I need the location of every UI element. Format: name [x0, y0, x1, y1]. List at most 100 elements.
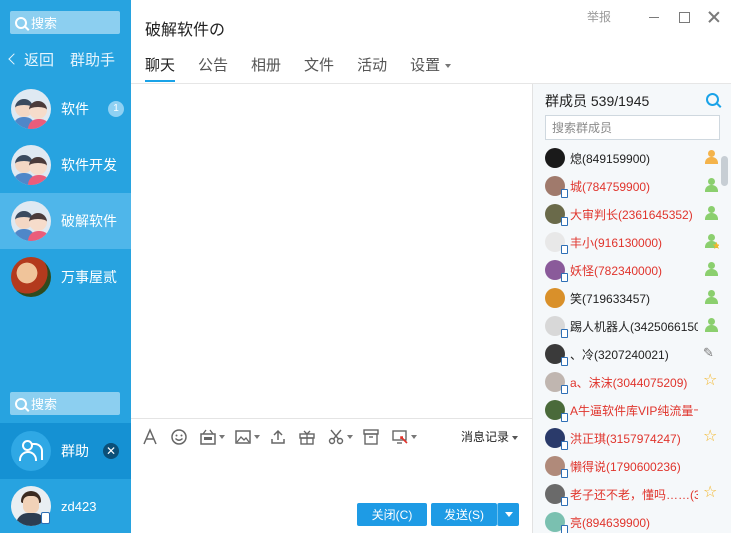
gif-icon[interactable] — [199, 428, 225, 446]
close-icon[interactable]: ✕ — [103, 443, 119, 459]
member-name: 洪正琪(3157974247) — [570, 431, 681, 446]
current-user[interactable]: zd423 — [0, 479, 131, 533]
chat-item-software-dev[interactable]: 软件开发 — [0, 137, 131, 193]
phone-icon — [561, 217, 568, 226]
phone-icon — [561, 469, 568, 478]
back-button[interactable]: 返回 — [0, 49, 54, 70]
member-row[interactable]: 笑(719633457) — [533, 284, 719, 312]
admin-icon — [703, 317, 719, 333]
emoji-icon[interactable] — [170, 428, 188, 446]
image-icon[interactable] — [234, 428, 260, 446]
member-row[interactable]: 丰小(916130000) ★ — [533, 228, 719, 256]
member-row[interactable]: 、冷(3207240021) ✎ — [533, 340, 719, 368]
tab-bar: 聊天 公告 相册 文件 活动 设置 — [145, 54, 474, 82]
report-button[interactable]: 举报 — [587, 8, 611, 25]
chat-item-label: 破解软件 — [61, 213, 117, 229]
member-name: 熄(849159900) — [570, 151, 651, 166]
phone-icon — [561, 497, 568, 506]
member-row[interactable]: 懒得说(1790600236) — [533, 452, 719, 480]
avatar — [545, 372, 568, 394]
sidebar-nav: 返回 群助手 — [0, 46, 131, 72]
member-name: 懒得说(1790600236) — [570, 459, 681, 474]
group-helper-label: 群助 — [61, 443, 89, 459]
message-history-button[interactable]: 消息记录 — [461, 428, 518, 445]
member-row[interactable]: 洪正琪(3157974247) ☆ — [533, 424, 719, 452]
screen-share-icon[interactable] — [391, 428, 417, 446]
tab-settings[interactable]: 设置 — [410, 54, 452, 82]
phone-icon — [561, 245, 568, 254]
member-row[interactable]: 亮(894639900) — [533, 508, 719, 533]
close-button[interactable]: 关闭(C) — [357, 503, 427, 526]
chevron-down-icon — [512, 435, 518, 440]
group-avatar — [11, 201, 51, 241]
avatar — [545, 400, 568, 422]
search-icon[interactable] — [706, 93, 719, 106]
message-area[interactable] — [131, 84, 532, 418]
avatar — [545, 428, 568, 450]
chat-item-cracked-software[interactable]: 破解软件 — [0, 193, 131, 249]
user-name: zd423 — [61, 498, 97, 514]
tab-activity[interactable]: 活动 — [357, 54, 387, 82]
maximize-icon[interactable] — [677, 10, 691, 24]
member-name: 老子还不老，懂吗……(3 — [570, 487, 698, 502]
member-row[interactable]: 大审判长(2361645352) — [533, 200, 719, 228]
member-name: 笑(719633457) — [570, 291, 651, 306]
font-icon[interactable] — [141, 427, 159, 446]
chat-item-label: 万事屋贰 — [61, 269, 117, 285]
member-count-header: 群成员 539/1945 — [545, 93, 650, 109]
send-options-button[interactable] — [497, 503, 519, 526]
phone-icon — [561, 329, 568, 338]
close-icon[interactable] — [707, 10, 721, 24]
page-title: 破解软件の — [145, 22, 226, 39]
member-row[interactable]: 妖怪(782340000) — [533, 256, 719, 284]
sidebar: 搜索 返回 群助手 软件 1 软件开发 破解软件 万事屋贰 搜索 群助 ✕ zd… — [0, 0, 131, 533]
input-toolbar: 消息记录 — [131, 418, 532, 454]
phone-icon — [561, 413, 568, 422]
phone-icon — [561, 525, 568, 533]
tab-chat[interactable]: 聊天 — [145, 54, 176, 82]
member-row[interactable]: 城(784759900) — [533, 172, 719, 200]
phone-icon — [561, 357, 568, 366]
gift-icon[interactable] — [298, 428, 316, 446]
avatar — [545, 260, 568, 282]
chat-item-software[interactable]: 软件 1 — [0, 81, 131, 137]
window-controls: 举报 — [587, 8, 721, 25]
avatar — [545, 344, 568, 366]
tab-announcement[interactable]: 公告 — [198, 54, 228, 82]
owner-icon — [703, 149, 719, 165]
chat-item-label: 软件开发 — [61, 157, 117, 173]
member-name: A牛逼软件库VIP纯流量卡<w — [570, 403, 698, 418]
phone-icon — [561, 189, 568, 198]
send-button[interactable]: 发送(S) — [431, 503, 497, 526]
scrollbar[interactable] — [721, 156, 728, 186]
unread-badge: 1 — [108, 101, 124, 117]
member-name: 妖怪(782340000) — [570, 263, 663, 278]
member-row[interactable]: 老子还不老，懂吗……(3 ☆ — [533, 480, 719, 508]
upload-icon[interactable] — [269, 428, 287, 446]
member-name: 亮(894639900) — [570, 515, 651, 530]
phone-icon — [561, 441, 568, 450]
helper-title: 群助手 — [70, 51, 116, 69]
group-helper-item[interactable]: 群助 ✕ — [0, 423, 131, 479]
archive-icon[interactable] — [362, 428, 380, 446]
tab-files[interactable]: 文件 — [304, 54, 334, 82]
group-avatar — [11, 257, 51, 297]
member-row[interactable]: A牛逼软件库VIP纯流量卡<w — [533, 396, 719, 424]
sidebar-search-input[interactable]: 搜索 — [10, 11, 120, 34]
chevron-left-icon — [8, 53, 20, 65]
back-label: 返回 — [24, 51, 55, 69]
sidebar-search-input-bottom[interactable]: 搜索 — [10, 392, 120, 415]
minimize-icon[interactable] — [647, 10, 661, 24]
sidebar-search-placeholder: 搜索 — [31, 397, 58, 412]
avatar — [545, 484, 568, 506]
member-row[interactable]: a、沫沫(3044075209) ☆ — [533, 368, 719, 396]
member-search-input[interactable] — [545, 115, 720, 140]
tab-album[interactable]: 相册 — [251, 54, 281, 82]
member-row[interactable]: 踢人机器人(3425066150) — [533, 312, 719, 340]
member-row[interactable]: 熄(849159900) — [533, 144, 719, 172]
group-avatar — [11, 145, 51, 185]
chat-item-yorozuya[interactable]: 万事屋贰 — [0, 249, 131, 305]
history-label: 消息记录 — [460, 430, 509, 444]
avatar — [545, 204, 568, 226]
scissors-icon[interactable] — [327, 428, 353, 446]
